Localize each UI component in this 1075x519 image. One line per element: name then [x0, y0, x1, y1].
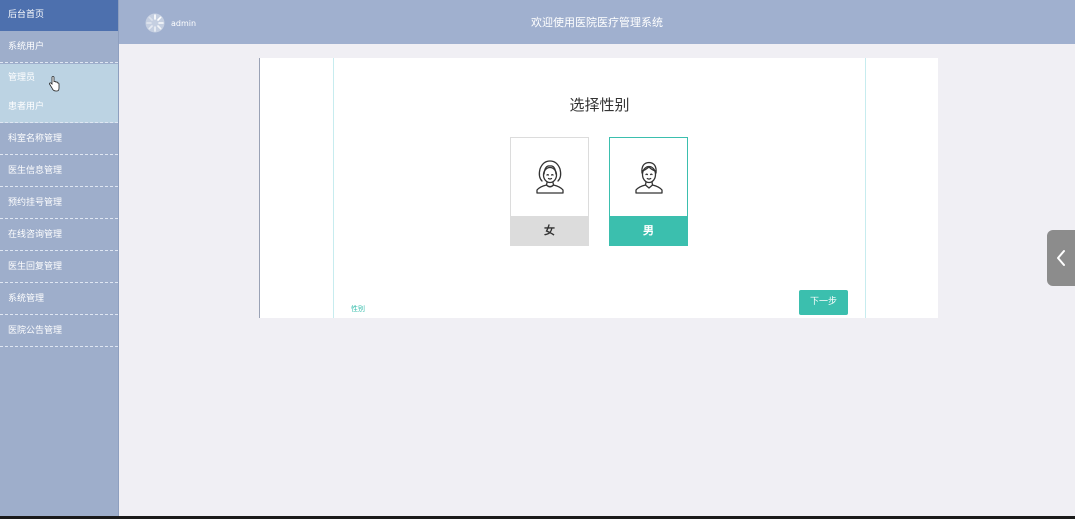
form-panel: 选择性别 女 男 性别 下一步: [333, 58, 866, 318]
gender-option-male[interactable]: 男: [609, 137, 688, 246]
sidebar-item-label: 科室名称管理: [8, 134, 63, 144]
field-label-gender: 性别: [351, 305, 365, 313]
gender-form-card: 选择性别 女 男 性别 下一步: [259, 58, 938, 318]
gender-option-female[interactable]: 女: [510, 137, 589, 246]
top-header: admin 欢迎使用医院医疗管理系统: [119, 0, 1075, 44]
chevron-left-icon: [1057, 250, 1065, 266]
sidebar-item-label: 医生信息管理: [8, 166, 63, 176]
sidebar-item-announcements[interactable]: 医院公告管理: [0, 315, 118, 347]
sidebar-item-doctor-replies[interactable]: 医生回复管理: [0, 251, 118, 283]
sidebar-item-label: 患者用户: [8, 102, 45, 112]
option-label-female: 女: [511, 216, 588, 245]
sidebar-item-label: 预约挂号管理: [8, 198, 63, 208]
sidebar-item-label: 管理员: [8, 73, 36, 83]
sidebar-item-label: 医生回复管理: [8, 262, 63, 272]
sidebar-item-system-users[interactable]: 系统用户: [0, 31, 118, 63]
sidebar-item-label: 在线咨询管理: [8, 230, 63, 240]
male-user-icon: [634, 161, 663, 194]
sidebar-item-label: 后台首页: [8, 10, 45, 20]
next-step-button[interactable]: 下一步: [799, 290, 848, 315]
sidebar-submenu: 管理员 患者用户: [0, 64, 118, 123]
collapse-panel-tab[interactable]: [1047, 230, 1075, 286]
sidebar-item-appointments[interactable]: 预约挂号管理: [0, 187, 118, 219]
page-title: 欢迎使用医院医疗管理系统: [531, 16, 663, 29]
sidebar-item-doctor-info[interactable]: 医生信息管理: [0, 155, 118, 187]
option-label-male: 男: [610, 216, 687, 245]
sidebar-item-label: 系统管理: [8, 294, 45, 304]
sidebar-item-system[interactable]: 系统管理: [0, 283, 118, 315]
sidebar-subitem-patient-users[interactable]: 患者用户: [0, 93, 118, 122]
hand-cursor-icon: [49, 76, 60, 92]
sidebar-item-consultation[interactable]: 在线咨询管理: [0, 219, 118, 251]
sidebar-item-label: 系统用户: [8, 42, 45, 52]
male-face-area: [610, 138, 687, 216]
female-user-icon: [535, 160, 564, 194]
sidebar-item-department[interactable]: 科室名称管理: [0, 123, 118, 155]
sidebar-item-home[interactable]: 后台首页: [0, 0, 118, 31]
female-face-area: [511, 138, 588, 216]
sidebar-item-label: 医院公告管理: [8, 326, 63, 336]
question-title: 选择性别: [569, 96, 630, 114]
